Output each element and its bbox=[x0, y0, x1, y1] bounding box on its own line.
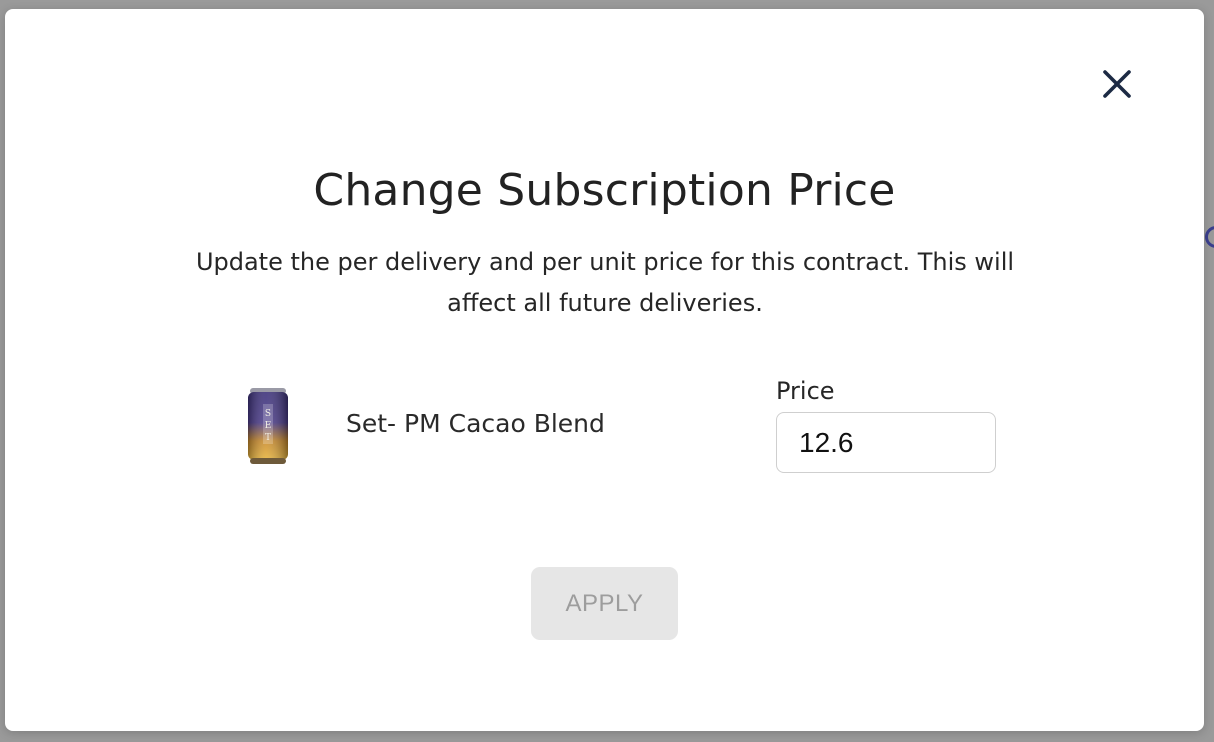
svg-text:E: E bbox=[265, 421, 272, 431]
price-label: Price bbox=[776, 377, 835, 405]
apply-button[interactable]: APPLY bbox=[531, 567, 678, 640]
product-can-image: S E T bbox=[248, 388, 288, 464]
svg-text:S: S bbox=[265, 409, 271, 419]
svg-text:T: T bbox=[265, 433, 271, 443]
change-price-modal: Change Subscription Price Update the per… bbox=[5, 9, 1204, 731]
price-input[interactable] bbox=[776, 412, 996, 473]
close-button[interactable] bbox=[1099, 66, 1135, 102]
product-row: S E T Set- PM Cacao Blend Price bbox=[5, 369, 1204, 489]
close-icon bbox=[1103, 70, 1131, 98]
product-name: Set- PM Cacao Blend bbox=[346, 409, 605, 438]
modal-title: Change Subscription Price bbox=[313, 165, 896, 216]
modal-description: Update the per delivery and per unit pri… bbox=[195, 248, 1015, 317]
